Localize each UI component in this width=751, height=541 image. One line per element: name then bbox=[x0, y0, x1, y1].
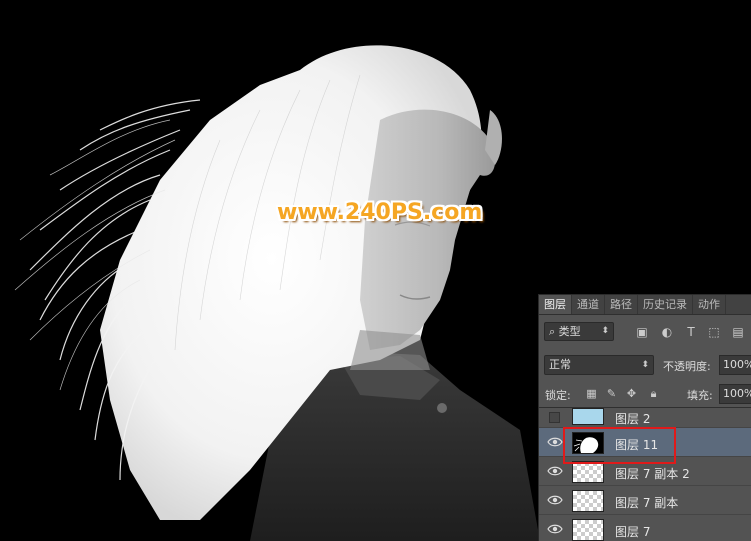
tab-paths[interactable]: 路径 bbox=[605, 295, 638, 314]
opacity-input[interactable]: 100% bbox=[719, 355, 751, 375]
opacity-label: 不透明度: bbox=[663, 360, 711, 373]
eye-icon[interactable] bbox=[547, 436, 563, 448]
layer-name: 图层 2 bbox=[615, 412, 651, 426]
chevron-updown-icon: ⬍ bbox=[601, 326, 609, 336]
smart-object-filter-icon[interactable]: ▤ bbox=[731, 325, 745, 339]
layer-thumbnail bbox=[572, 519, 604, 541]
lock-all-icon[interactable]: 🔒︎ bbox=[647, 387, 660, 400]
layer-filter-row: ⌕ 类型 ⬍ ▣ ◐ T ⬚ ▤ bbox=[539, 319, 751, 345]
layer-name: 图层 7 副本 2 bbox=[615, 467, 690, 481]
tab-actions[interactable]: 动作 bbox=[693, 295, 726, 314]
panel-tabs: 图层 通道 路径 历史记录 动作 bbox=[539, 295, 751, 315]
layer-thumbnail bbox=[572, 490, 604, 512]
tab-history[interactable]: 历史记录 bbox=[638, 295, 693, 314]
visibility-toggle-off[interactable] bbox=[549, 412, 560, 423]
type-filter-icon[interactable]: T bbox=[684, 325, 698, 339]
layer-row[interactable]: 图层 2 bbox=[539, 408, 751, 428]
shape-filter-icon[interactable]: ⬚ bbox=[707, 325, 721, 339]
layer-thumbnail bbox=[572, 408, 604, 425]
lock-brush-icon[interactable]: ✎ bbox=[605, 387, 618, 400]
tab-channels[interactable]: 通道 bbox=[572, 295, 605, 314]
blend-row: 正常 ⬍ 不透明度: 100% bbox=[539, 353, 751, 377]
layer-row[interactable]: 图层 7 副本 bbox=[539, 486, 751, 515]
eye-icon[interactable] bbox=[547, 523, 563, 535]
lock-move-icon[interactable]: ✥ bbox=[625, 387, 638, 400]
search-icon: ⌕ bbox=[549, 325, 556, 338]
fill-input[interactable]: 100% bbox=[719, 384, 751, 404]
blend-mode-select[interactable]: 正常 ⬍ bbox=[544, 355, 654, 375]
lock-transparent-icon[interactable]: ▦ bbox=[585, 387, 598, 400]
eye-icon[interactable] bbox=[547, 465, 563, 477]
layer-row[interactable]: 图层 7 bbox=[539, 515, 751, 541]
eye-icon[interactable] bbox=[547, 494, 563, 506]
layer-name: 图层 7 副本 bbox=[615, 496, 679, 510]
annotation-highlight-box bbox=[563, 427, 676, 464]
chevron-updown-icon: ⬍ bbox=[641, 360, 649, 370]
fill-label: 填充: bbox=[687, 389, 713, 402]
image-filter-icon[interactable]: ▣ bbox=[635, 325, 649, 339]
layer-thumbnail bbox=[572, 461, 604, 483]
filter-type-label: 类型 bbox=[558, 325, 581, 338]
layer-name: 图层 7 bbox=[615, 525, 651, 539]
adjustment-filter-icon[interactable]: ◐ bbox=[660, 325, 674, 339]
filter-type-select[interactable]: ⌕ 类型 ⬍ bbox=[544, 322, 614, 341]
lock-label: 锁定: bbox=[545, 389, 571, 402]
layers-panel: 图层 通道 路径 历史记录 动作 ⌕ 类型 ⬍ ▣ ◐ T ⬚ ▤ 正常 ⬍ 不… bbox=[538, 294, 751, 541]
watermark-text: www.240PS.com bbox=[277, 200, 483, 225]
blend-mode-value: 正常 bbox=[549, 358, 571, 371]
tab-layers[interactable]: 图层 bbox=[539, 295, 572, 314]
lock-row: 锁定: ▦ ✎ ✥ 🔒︎ 填充: 100% bbox=[539, 382, 751, 406]
